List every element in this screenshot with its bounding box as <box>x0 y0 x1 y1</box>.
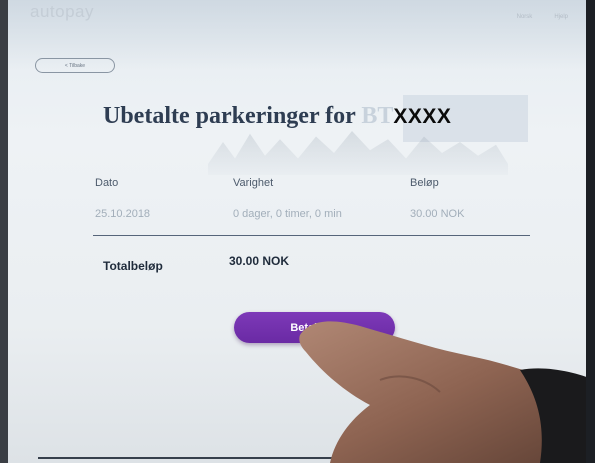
device-bezel-right <box>586 0 595 463</box>
hand-pointing <box>299 321 595 463</box>
